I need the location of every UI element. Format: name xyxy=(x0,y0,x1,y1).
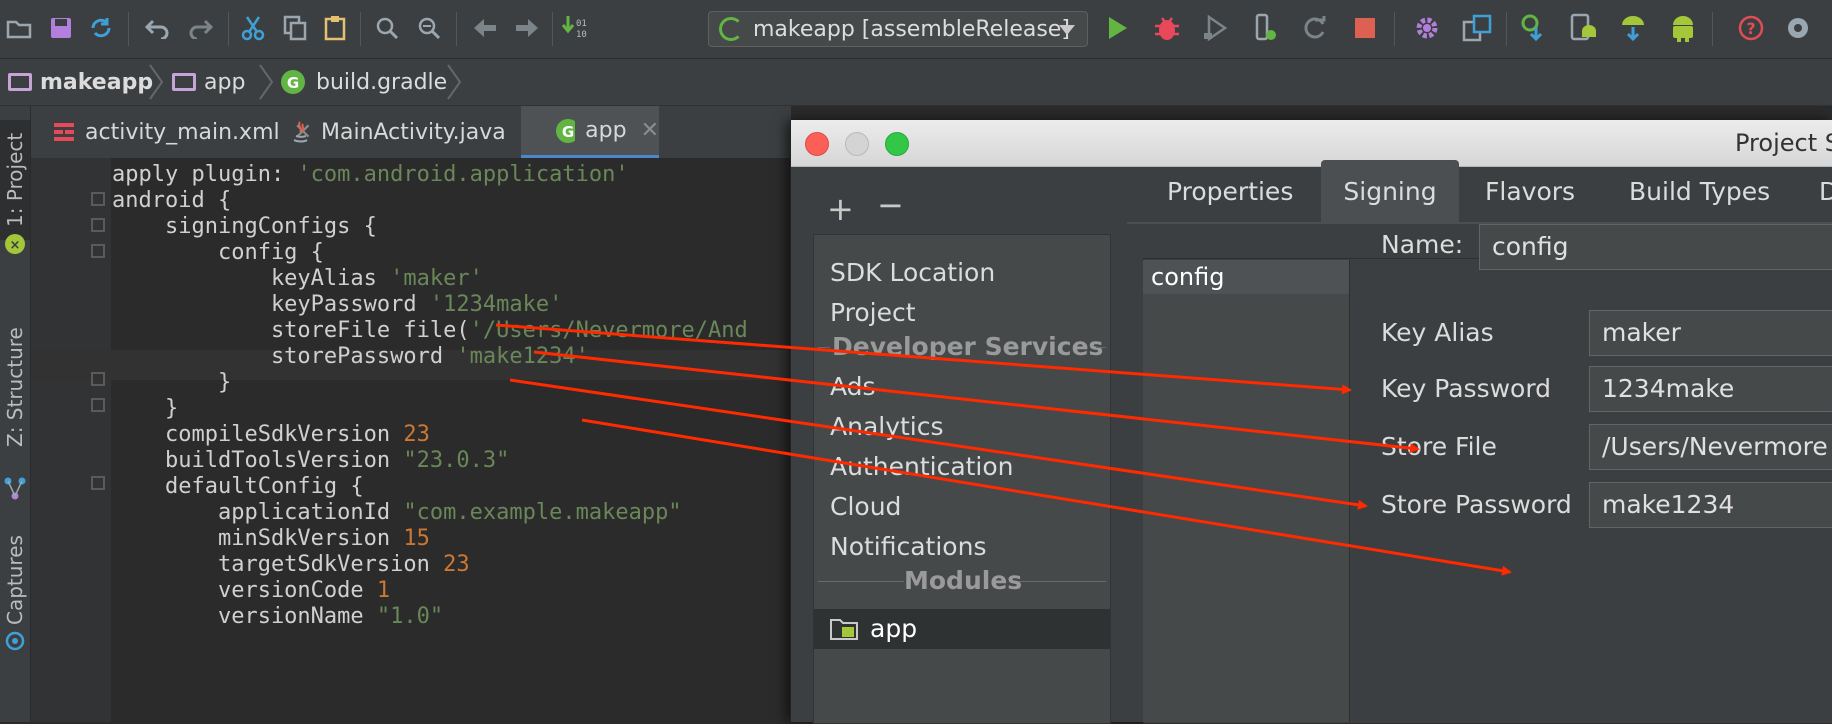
arrow-store-file xyxy=(509,378,1368,510)
arrow-key-alias xyxy=(495,323,1352,395)
annotation-arrows xyxy=(495,323,1512,576)
